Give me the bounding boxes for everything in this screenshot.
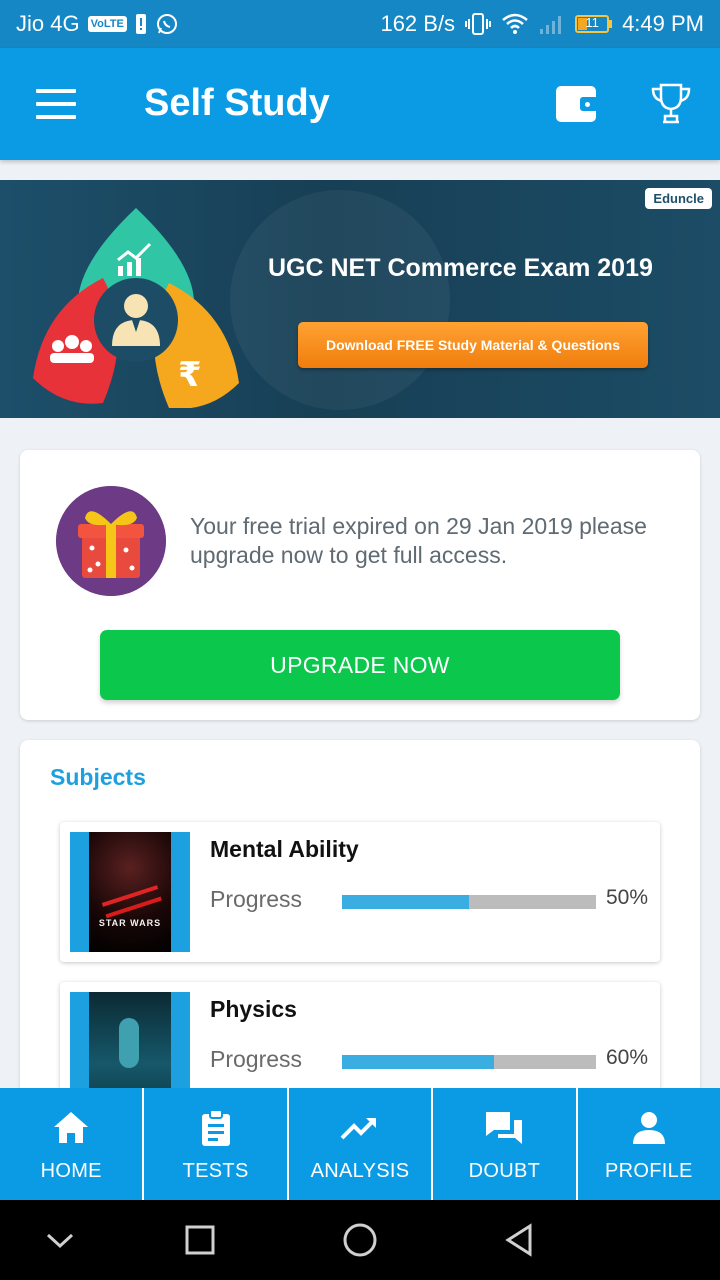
recent-apps-icon[interactable] <box>180 1220 220 1260</box>
system-navigation-bar <box>0 1200 720 1280</box>
eduncle-logo: Eduncle <box>645 188 712 209</box>
signal-icon <box>540 16 562 34</box>
back-icon[interactable] <box>500 1220 540 1260</box>
progress-bar-fill <box>342 1055 495 1069</box>
network-speed: 162 B/s <box>380 11 456 36</box>
nav-analysis[interactable]: ANALYSIS <box>286 1088 431 1200</box>
subjects-heading: Subjects <box>50 764 146 790</box>
clock: 4:49 PM <box>622 11 704 36</box>
progress-percent: 60% <box>606 1046 649 1069</box>
progress-bar-fill <box>342 895 469 909</box>
hamburger-menu-icon[interactable] <box>36 89 76 119</box>
volte-badge: VoLTE <box>87 16 127 32</box>
subject-name: Mental Ability <box>210 836 359 862</box>
nav-label: HOME <box>40 1160 102 1182</box>
subject-thumbnail: STAR WARS <box>70 832 190 952</box>
app-bar: Self Study <box>0 48 720 160</box>
chat-bubbles-icon <box>486 1112 523 1144</box>
vibrate-icon <box>465 13 492 35</box>
battery-level: 11 <box>585 15 599 30</box>
gift-icon <box>56 486 166 596</box>
nav-home[interactable]: HOME <box>0 1088 142 1200</box>
banner-download-button[interactable]: Download FREE Study Material & Questions <box>298 322 648 368</box>
person-icon <box>632 1112 665 1144</box>
nav-label: ANALYSIS <box>310 1160 410 1182</box>
nav-doubt[interactable]: DOUBT <box>431 1088 575 1200</box>
nav-label: PROFILE <box>604 1160 693 1182</box>
movie-poster-image: STAR WARS <box>89 832 171 952</box>
wifi-icon <box>502 13 528 34</box>
progress-bar <box>342 895 596 909</box>
career-infographic-icon: ₹ <box>33 208 239 408</box>
status-bar: Jio 4G VoLTE 162 B/s 11 4:49 PM <box>0 0 720 48</box>
nav-label: TESTS <box>182 1160 249 1182</box>
progress-percent: 50% <box>606 886 649 909</box>
poster-title: STAR WARS <box>98 918 162 928</box>
notification-alert-icon <box>135 14 146 34</box>
progress-label: Progress <box>210 1046 303 1072</box>
trial-expired-message: Your free trial expired on 29 Jan 2019 p… <box>190 513 647 568</box>
home-icon <box>54 1112 89 1143</box>
nav-profile[interactable]: PROFILE <box>575 1088 720 1200</box>
clipboard-icon <box>201 1109 230 1146</box>
whatsapp-icon <box>156 14 177 34</box>
nav-label: DOUBT <box>468 1160 541 1182</box>
home-circle-icon[interactable] <box>340 1220 380 1260</box>
chevron-down-icon[interactable] <box>40 1220 80 1260</box>
subject-name: Physics <box>210 996 297 1022</box>
upgrade-now-button[interactable]: UPGRADE NOW <box>100 630 620 700</box>
carrier-label: Jio 4G <box>16 11 80 36</box>
banner-title: UGC NET Commerce Exam 2019 <box>268 254 653 282</box>
nav-tests[interactable]: TESTS <box>142 1088 286 1200</box>
trending-up-icon <box>340 1118 377 1140</box>
promo-banner[interactable]: Eduncle ₹ UGC NET Commerce Exam 2019 Dow… <box>0 180 720 418</box>
progress-label: Progress <box>210 886 303 912</box>
page-title: Self Study <box>144 82 330 124</box>
subject-item-mental-ability[interactable]: STAR WARS Mental Ability Progress 50% <box>60 822 660 962</box>
progress-bar <box>342 1055 596 1069</box>
trophy-icon[interactable] <box>650 82 692 126</box>
trial-expired-card: Your free trial expired on 29 Jan 2019 p… <box>20 450 700 720</box>
bottom-navigation: HOME TESTS ANALYSIS DOUBT PROFILE <box>0 1088 720 1200</box>
battery-icon: 11 <box>575 15 613 33</box>
svg-text:₹: ₹ <box>178 355 202 395</box>
wallet-icon[interactable] <box>556 86 598 122</box>
